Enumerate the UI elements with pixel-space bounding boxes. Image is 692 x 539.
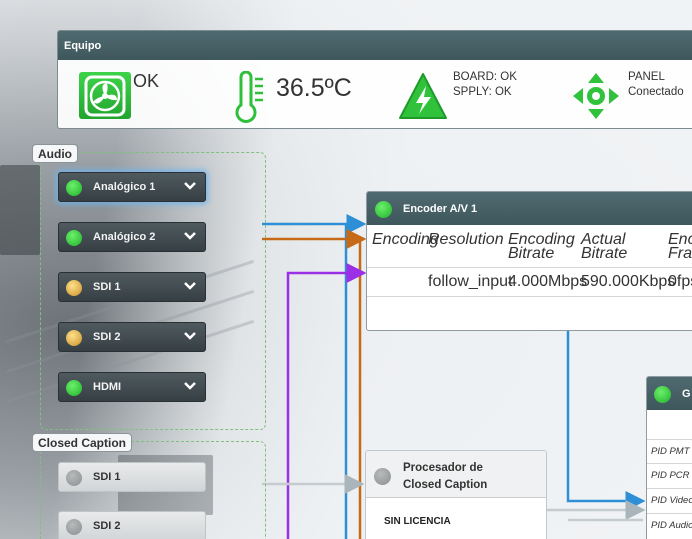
- column-header-actual-bitrate: Actual Bitrate: [581, 231, 628, 262]
- fan-status: OK: [133, 71, 160, 91]
- audio-source-label: Analógico 2: [93, 231, 156, 243]
- column-header-resolution: Resolution: [428, 231, 504, 248]
- table-divider: [367, 267, 692, 268]
- column-header-encoding-bitrate: Encoding Bitrate: [508, 231, 575, 262]
- wire-purple-encoder: [286, 263, 367, 539]
- audio-group-label: Audio: [32, 144, 78, 163]
- status-led-icon: [66, 380, 82, 396]
- audio-source-analogico-2[interactable]: Analógico 2: [58, 222, 206, 252]
- equipo-panel: Equipo OK 36.5ºC BOARD: OK SPPLY: OK PAN…: [57, 30, 692, 129]
- license-status: SIN LICENCIA: [384, 516, 451, 527]
- column-header-encoding-frame: Encoding Frame: [668, 231, 692, 262]
- pid-row: PID Video: [647, 488, 692, 512]
- status-led-icon: [66, 330, 82, 346]
- closed-caption-group-label: Closed Caption: [32, 433, 133, 452]
- pid-row: PID PCR: [647, 463, 692, 487]
- wire-encoder-g: [566, 331, 646, 511]
- cc-source-label: SDI 2: [93, 520, 121, 532]
- cc-processor-title: Procesador de Closed Caption: [403, 460, 487, 494]
- audio-source-sdi-2[interactable]: SDI 2: [58, 322, 206, 352]
- status-led-icon: [66, 519, 82, 535]
- audio-source-sdi-1[interactable]: SDI 1: [58, 272, 206, 302]
- cell-encoding-bitrate: 4.000Mbps: [508, 273, 588, 290]
- panel-connection: Conectado: [628, 86, 684, 98]
- cc-source-label: SDI 1: [93, 471, 121, 483]
- status-led-icon: [375, 201, 392, 218]
- chevron-down-icon[interactable]: [183, 378, 197, 397]
- panel-status: PANEL Conectado: [628, 70, 684, 100]
- chevron-down-icon[interactable]: [183, 228, 197, 247]
- chevron-down-icon[interactable]: [183, 178, 197, 197]
- pid-row: PID Audio: [647, 513, 692, 537]
- g-panel[interactable]: G PID PMT PID PCR PID Video PID Audio: [646, 376, 692, 539]
- encoder-panel[interactable]: Encoder A/V 1 Encoding Resolution Encodi…: [366, 191, 692, 331]
- audio-source-label: HDMI: [93, 381, 122, 393]
- status-led-icon: [374, 468, 391, 485]
- panel-dpad-icon: [571, 71, 621, 126]
- encoder-header: Encoder A/V 1: [367, 192, 692, 225]
- cc-source-sdi-2[interactable]: SDI 2: [58, 511, 206, 539]
- audio-source-label: Analógico 1: [93, 181, 156, 193]
- cc-processor-panel[interactable]: Procesador de Closed Caption SIN LICENCI…: [365, 450, 547, 539]
- audio-source-label: SDI 2: [93, 331, 121, 343]
- table-divider: [367, 296, 692, 297]
- g-panel-title: G: [682, 388, 691, 400]
- board-status: BOARD: OK SPPLY: OK: [453, 70, 517, 100]
- temperature-value: 36.5ºC: [276, 74, 352, 102]
- cc-processor-title-line2: Closed Caption: [403, 479, 488, 491]
- status-led-icon: [66, 180, 82, 196]
- thermometer-icon: [233, 70, 267, 128]
- panel-title: PANEL: [628, 71, 665, 83]
- board-status-line: BOARD: OK: [453, 71, 517, 83]
- cell-actual-bitrate: 590.000Kbps: [581, 273, 676, 290]
- equipo-title: Equipo: [58, 31, 692, 60]
- cell-resolution: follow_input: [428, 273, 513, 290]
- audio-source-label: SDI 1: [93, 281, 121, 293]
- audio-source-hdmi[interactable]: HDMI: [58, 372, 206, 402]
- pid-row: PID PMT: [647, 439, 692, 463]
- audio-source-analogico-1[interactable]: Analógico 1: [58, 172, 206, 202]
- cell-encoding-frame: 0fps: [668, 273, 692, 290]
- supply-status-line: SPPLY: OK: [453, 86, 512, 98]
- status-led-icon: [654, 386, 671, 403]
- cc-processor-title-line1: Procesador de: [403, 462, 483, 474]
- encoder-title: Encoder A/V 1: [403, 203, 478, 215]
- chevron-down-icon[interactable]: [183, 328, 197, 347]
- status-led-icon: [66, 230, 82, 246]
- cc-source-sdi-1[interactable]: SDI 1: [58, 462, 206, 492]
- cc-processor-header: Procesador de Closed Caption: [366, 451, 546, 498]
- status-led-icon: [66, 280, 82, 296]
- g-panel-header: G: [647, 377, 692, 410]
- chevron-down-icon[interactable]: [183, 278, 197, 297]
- fan-icon: [79, 72, 131, 119]
- power-icon: [398, 72, 448, 125]
- status-led-icon: [66, 470, 82, 486]
